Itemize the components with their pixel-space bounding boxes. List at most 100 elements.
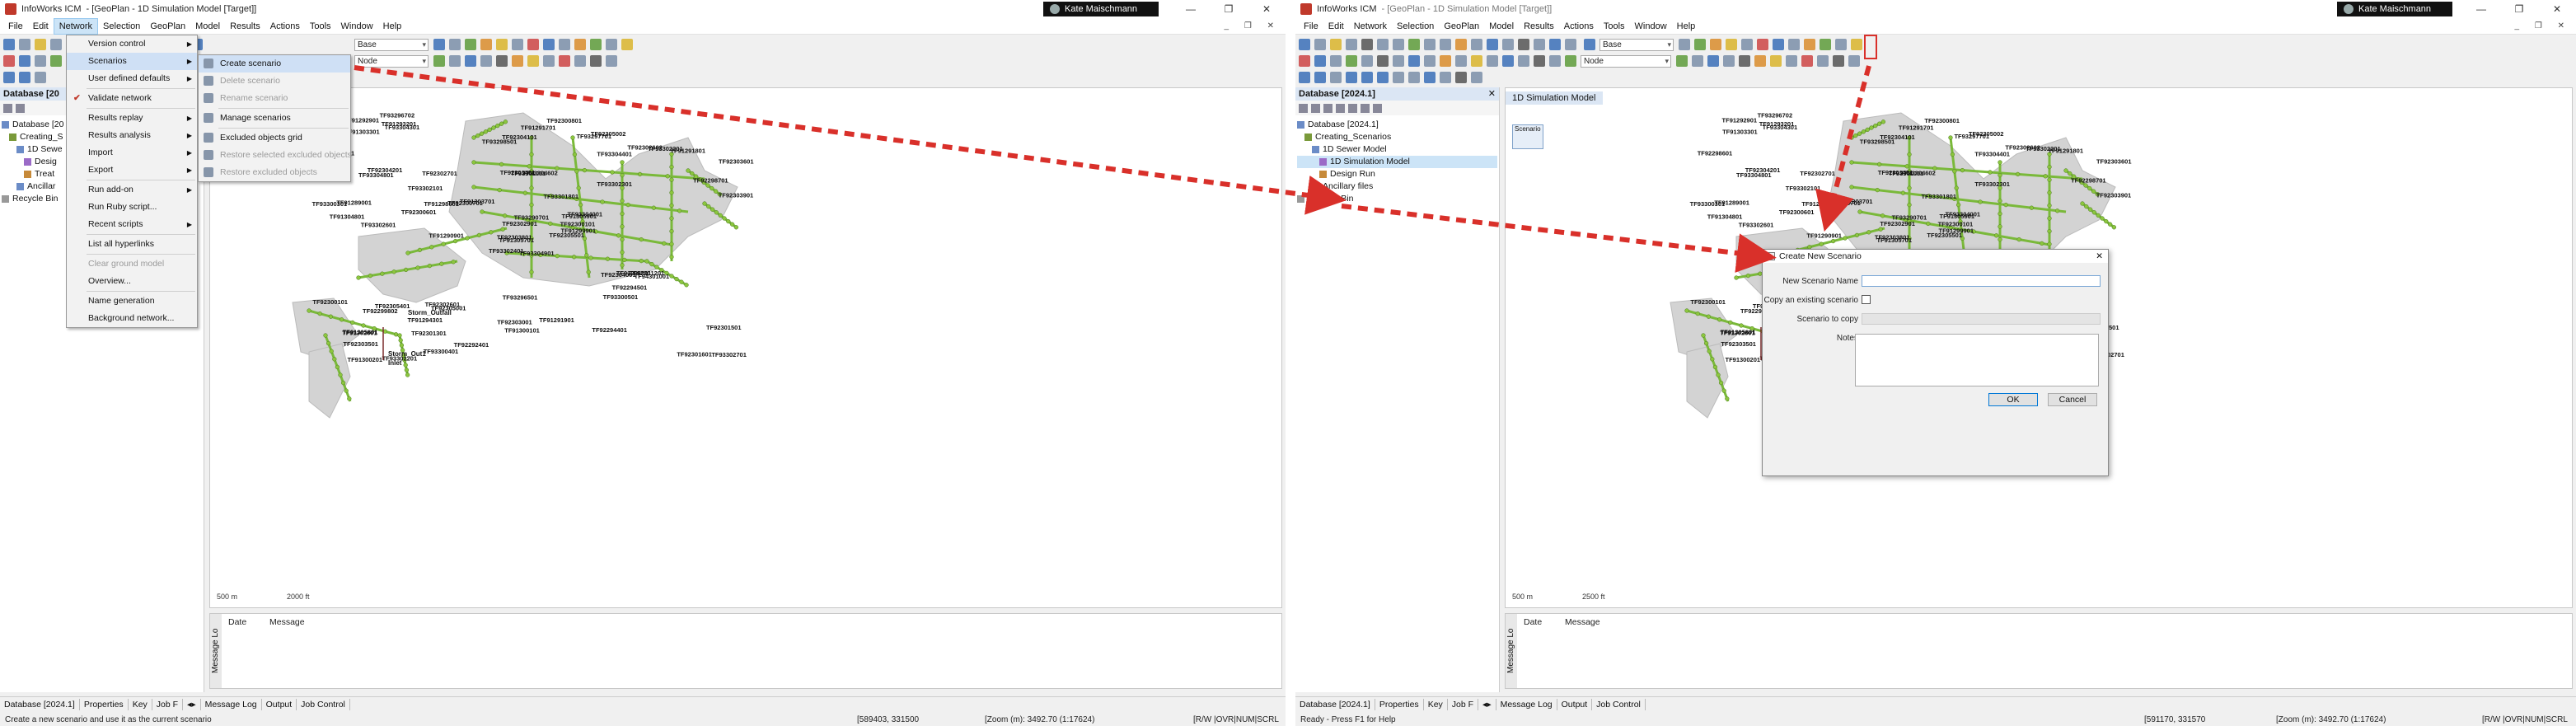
menu-item[interactable]: Results replay ▶ — [67, 110, 197, 127]
flag-icon[interactable] — [1757, 39, 1768, 50]
find-icon[interactable] — [16, 103, 25, 113]
label-icon[interactable] — [496, 39, 508, 50]
dialog-close-icon[interactable]: ✕ — [2096, 250, 2103, 263]
grid6-icon[interactable] — [1455, 72, 1467, 83]
menu-item[interactable]: Scenarios ▶ — [67, 53, 197, 70]
notes-textarea[interactable] — [1855, 334, 2099, 386]
mdi-controls[interactable]: _ ❐ ✕ — [1225, 21, 1281, 30]
menu-file[interactable]: File — [3, 19, 28, 34]
refresh-icon[interactable] — [1299, 103, 1308, 113]
table-icon[interactable] — [1487, 39, 1498, 50]
menu-item[interactable]: ✔ Validate network — [67, 90, 197, 107]
cut-icon[interactable] — [1361, 39, 1373, 50]
script-icon[interactable] — [621, 39, 633, 50]
close-icon[interactable]: ✕ — [2538, 0, 2576, 18]
menu-geoplan[interactable]: GeoPlan — [145, 19, 190, 34]
tool6-icon[interactable] — [1424, 55, 1436, 67]
circle3-icon[interactable] — [1377, 72, 1389, 83]
bottom-tab[interactable]: Output — [262, 698, 297, 710]
export-icon[interactable] — [1835, 39, 1847, 50]
menu-edit[interactable]: Edit — [1323, 19, 1349, 34]
bottom-tab[interactable]: Properties — [80, 698, 129, 710]
menu-help[interactable]: Help — [1672, 19, 1701, 34]
select-icon[interactable] — [19, 55, 30, 67]
menu-results[interactable]: Results — [225, 19, 265, 34]
open-icon[interactable] — [19, 39, 30, 50]
restore-icon[interactable]: ❐ — [1210, 0, 1248, 18]
tool5-icon[interactable] — [1408, 55, 1420, 67]
menu-results[interactable]: Results — [1519, 19, 1559, 34]
link-icon[interactable] — [1770, 55, 1782, 67]
delete-icon[interactable] — [559, 55, 570, 67]
bottom-tab[interactable]: Message Log — [201, 698, 262, 710]
zoom-icon[interactable] — [1330, 55, 1342, 67]
geoplan-view[interactable]: TF93304901 TF93304801 TF91305701 TF91305801… — [209, 87, 1282, 608]
bottom-tab[interactable]: Database [2024.1] — [0, 698, 80, 710]
pan-icon[interactable] — [1314, 72, 1326, 83]
menu-item[interactable]: Excluded objects grid — [199, 129, 350, 147]
menu-item[interactable]: Results analysis ▶ — [67, 127, 197, 144]
extent-icon[interactable] — [1739, 55, 1750, 67]
node-icon[interactable] — [1346, 55, 1357, 67]
menu-window[interactable]: Window — [336, 19, 378, 34]
merge-icon[interactable] — [574, 55, 586, 67]
bottom-tab[interactable]: Database [2024.1] — [1295, 698, 1375, 710]
menu-file[interactable]: File — [1299, 19, 1323, 34]
calc-icon[interactable] — [606, 55, 617, 67]
check-icon[interactable] — [1299, 55, 1310, 67]
bottom-tab[interactable]: Message Log — [1496, 698, 1557, 710]
menu-tools[interactable]: Tools — [1599, 19, 1630, 34]
tool8-icon[interactable] — [1455, 55, 1467, 67]
object-type-combo[interactable]: Node — [1581, 54, 1671, 68]
tool12-icon[interactable] — [1518, 55, 1529, 67]
user-account[interactable]: Kate Maischmann — [2337, 2, 2452, 16]
split-icon[interactable] — [543, 55, 555, 67]
print-icon[interactable] — [50, 39, 62, 50]
close-icon[interactable]: ✕ — [1248, 0, 1286, 18]
restore-icon[interactable]: ❐ — [2500, 0, 2538, 18]
bottom-tab[interactable]: Job F — [1448, 698, 1479, 710]
paste-icon[interactable] — [1393, 39, 1404, 50]
column-date[interactable]: Date — [1524, 617, 1542, 627]
scenario-to-copy-select[interactable] — [1862, 313, 2101, 325]
select-icon[interactable] — [1314, 55, 1326, 67]
menu-item[interactable]: Delete scenario — [199, 73, 350, 90]
menu-item[interactable]: Create scenario — [199, 55, 350, 73]
print-icon[interactable] — [1346, 39, 1357, 50]
network-map[interactable]: TF93304901TF93304801TF91305701TF91305801… — [210, 88, 1281, 607]
menu-item[interactable]: Run add-on ▶ — [67, 181, 197, 199]
menu-item[interactable]: Version control ▶ — [67, 35, 197, 53]
menu-actions[interactable]: Actions — [265, 19, 305, 34]
gis-icon[interactable] — [1502, 39, 1514, 50]
find-icon[interactable] — [512, 39, 523, 50]
grid4-icon[interactable] — [1424, 72, 1436, 83]
grid2-icon[interactable] — [1393, 72, 1404, 83]
menu-item[interactable]: Overview... — [67, 273, 197, 290]
tree-item[interactable]: Recycle Bin — [1297, 193, 1497, 205]
open-icon[interactable] — [1314, 39, 1326, 50]
undo-icon[interactable] — [1424, 39, 1436, 50]
bottom-tab[interactable]: Key — [129, 698, 152, 710]
script-icon[interactable] — [1851, 39, 1862, 50]
tree-item[interactable]: 1D Simulation Model — [1297, 156, 1497, 168]
export-icon[interactable] — [606, 39, 617, 50]
attr-icon[interactable] — [1833, 55, 1844, 67]
zoom-icon[interactable] — [35, 55, 46, 67]
delete-icon[interactable] — [1801, 55, 1813, 67]
menu-network[interactable]: Network — [53, 17, 99, 35]
menu-model[interactable]: Model — [190, 19, 225, 34]
mdi-controls[interactable]: _ ❐ ✕ — [2515, 21, 2571, 30]
tool4-icon[interactable] — [1393, 55, 1404, 67]
zoom-in-icon[interactable] — [1707, 55, 1719, 67]
zoom-out-icon[interactable] — [1723, 55, 1735, 67]
menu-item[interactable]: Background network... — [67, 310, 197, 327]
new-icon[interactable] — [1299, 39, 1310, 50]
menu-edit[interactable]: Edit — [28, 19, 54, 34]
map-icon[interactable] — [1694, 39, 1706, 50]
menu-item[interactable]: Clear ground model — [67, 255, 197, 273]
menu-item[interactable]: Manage scenarios — [199, 110, 350, 127]
zoom-out-icon[interactable] — [480, 55, 492, 67]
tool7-icon[interactable] — [1440, 55, 1451, 67]
circle-icon[interactable] — [1346, 72, 1357, 83]
tool9-icon[interactable] — [1471, 55, 1482, 67]
